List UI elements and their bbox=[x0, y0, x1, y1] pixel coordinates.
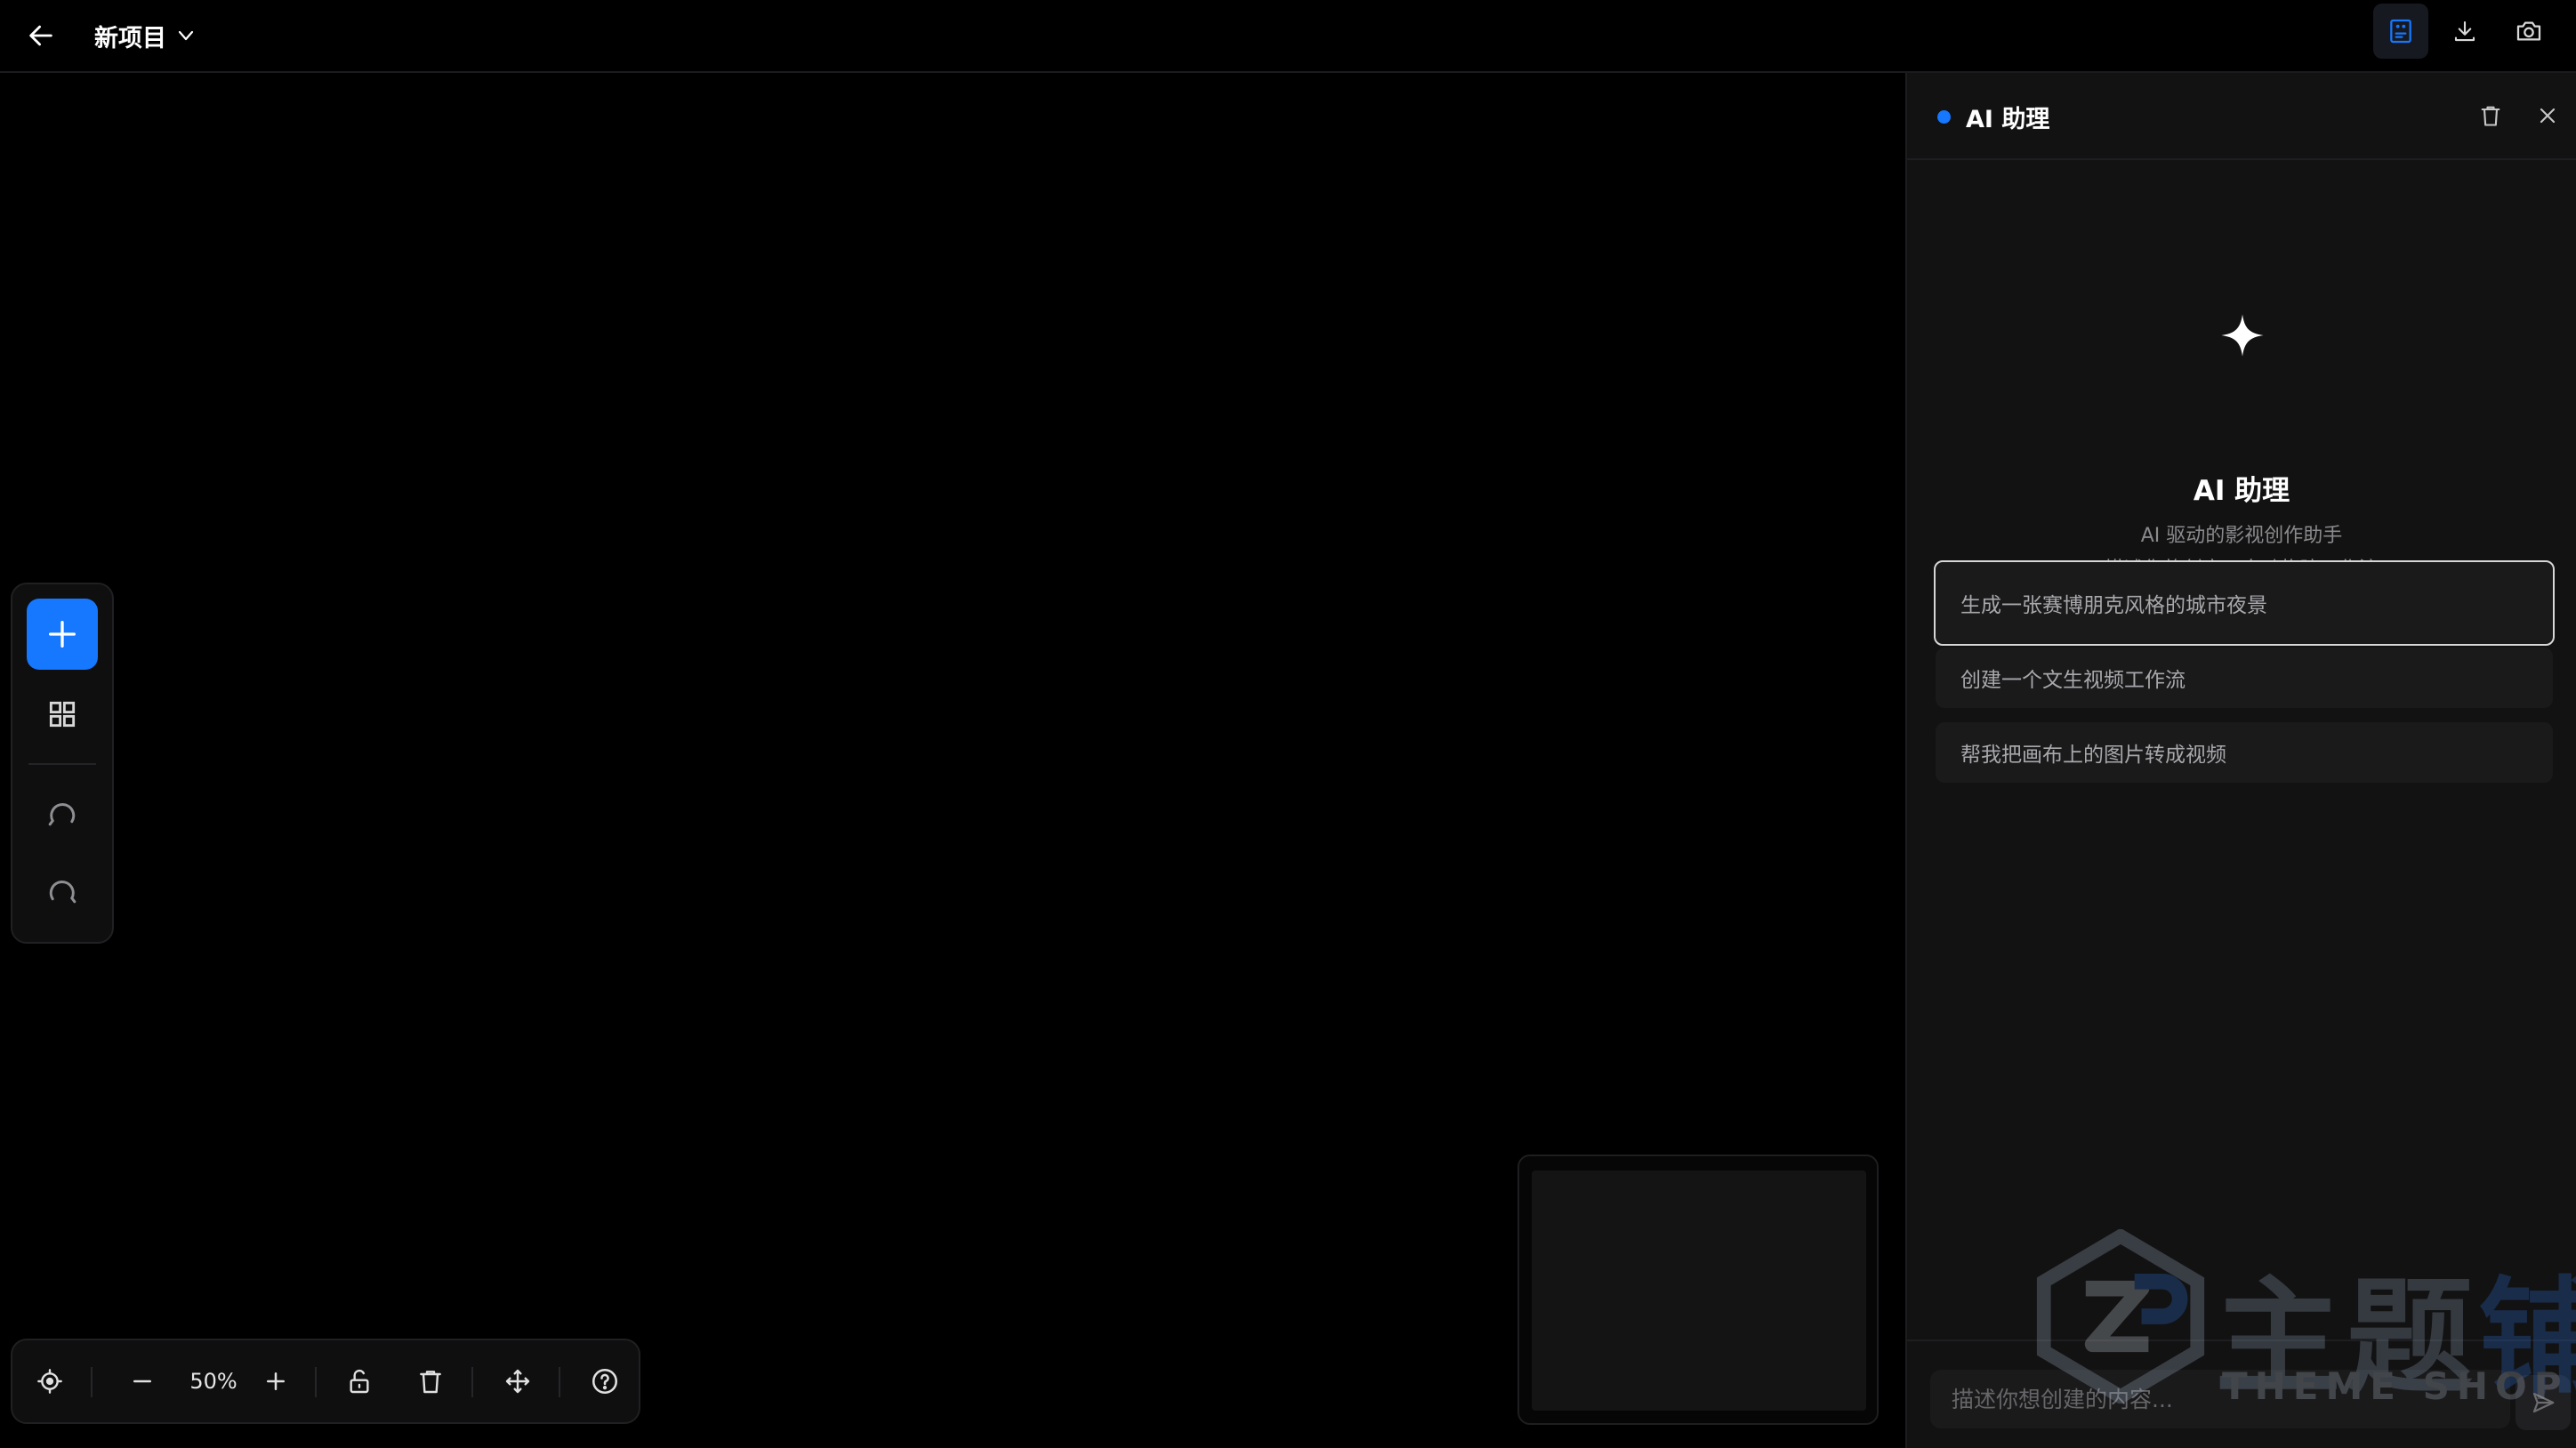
unlock-icon bbox=[350, 1369, 369, 1394]
send-button[interactable] bbox=[2516, 1375, 2571, 1430]
minimap-viewport[interactable] bbox=[1532, 1170, 1866, 1411]
bottom-toolbar: 50% bbox=[11, 1339, 640, 1424]
toolbar-separator bbox=[471, 1367, 473, 1397]
ai-assistant-title: AI 助理 bbox=[2193, 475, 2290, 507]
clear-chat-button[interactable] bbox=[2471, 96, 2510, 135]
add-node-button[interactable] bbox=[27, 599, 98, 670]
suggestion-item[interactable]: 帮我把画布上的图片转成视频 bbox=[1936, 722, 2553, 783]
camera-icon bbox=[2516, 21, 2541, 41]
zoom-in-icon bbox=[267, 1372, 285, 1390]
send-icon bbox=[2532, 1392, 2555, 1413]
project-title: 新项目 bbox=[94, 24, 166, 52]
locate-icon bbox=[37, 1369, 62, 1394]
chevron-down-icon bbox=[178, 30, 194, 41]
toolbar-divider bbox=[28, 763, 96, 765]
redo-button[interactable] bbox=[27, 861, 98, 925]
plus-icon bbox=[49, 621, 76, 648]
arrow-left-icon bbox=[29, 25, 52, 46]
back-button[interactable] bbox=[20, 14, 62, 57]
close-icon bbox=[2540, 108, 2556, 124]
left-toolbar bbox=[11, 583, 114, 944]
ai-input-area bbox=[1907, 1339, 2576, 1448]
zoom-out-button[interactable] bbox=[121, 1360, 164, 1403]
ai-panel-title: AI 助理 bbox=[1966, 106, 2050, 133]
project-title-dropdown[interactable]: 新项目 bbox=[94, 16, 197, 55]
ai-assistant-toggle-button[interactable] bbox=[2373, 4, 2428, 59]
help-icon bbox=[592, 1368, 618, 1395]
top-actions bbox=[2373, 4, 2556, 59]
prompt-input[interactable] bbox=[1930, 1370, 2510, 1428]
sparkle-icon bbox=[2221, 314, 2264, 357]
ai-assistant-icon bbox=[2390, 19, 2411, 44]
toolbar-separator bbox=[559, 1367, 560, 1397]
zoom-in-button[interactable] bbox=[254, 1360, 297, 1403]
zoom-out-icon bbox=[133, 1380, 151, 1383]
suggestion-item[interactable]: 创建一个文生视频工作流 bbox=[1936, 648, 2553, 708]
suggestion-item[interactable]: 生成一张赛博朋克风格的城市夜景 bbox=[1934, 560, 2555, 646]
download-button[interactable] bbox=[2437, 4, 2492, 59]
ai-assistant-subtitle: AI 驱动的影视创作助手 bbox=[2140, 525, 2343, 547]
redo-icon bbox=[49, 881, 76, 904]
move-icon bbox=[505, 1369, 530, 1394]
delete-button[interactable] bbox=[409, 1360, 452, 1403]
ai-assistant-panel: AI 助理 AI 助理 AI 驱动的影视创作助手 描述你的创意，自动构建工作流 … bbox=[1905, 73, 2576, 1448]
download-icon bbox=[2454, 20, 2475, 42]
undo-button[interactable] bbox=[27, 784, 98, 848]
locate-button[interactable] bbox=[28, 1360, 71, 1403]
toolbar-separator bbox=[91, 1367, 93, 1397]
top-bar: 新项目 bbox=[0, 0, 2576, 73]
help-button[interactable] bbox=[584, 1360, 626, 1403]
templates-button[interactable] bbox=[27, 682, 98, 746]
undo-icon bbox=[48, 803, 76, 826]
ai-panel-header: AI 助理 bbox=[1907, 73, 2576, 160]
trash-icon bbox=[2481, 106, 2500, 126]
zoom-level: 50% bbox=[189, 1369, 237, 1394]
status-dot bbox=[1937, 110, 1951, 124]
toolbar-separator bbox=[315, 1367, 317, 1397]
trash-icon bbox=[420, 1371, 441, 1394]
close-panel-button[interactable] bbox=[2528, 96, 2567, 135]
minimap[interactable] bbox=[1517, 1154, 1879, 1425]
lock-button[interactable] bbox=[338, 1360, 381, 1403]
pan-button[interactable] bbox=[496, 1360, 539, 1403]
grid-icon bbox=[49, 701, 76, 728]
screenshot-button[interactable] bbox=[2501, 4, 2556, 59]
